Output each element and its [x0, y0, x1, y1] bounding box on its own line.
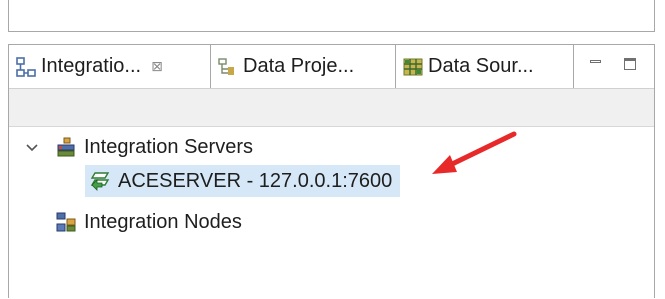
integration-explorer-view: Integratio... ⊠ Data Proje... Data Sour.…	[8, 44, 655, 298]
view-toolbar	[9, 89, 654, 127]
tab-label: Integratio...	[41, 55, 142, 77]
integration-nodes-icon	[55, 211, 77, 233]
upper-panel	[8, 0, 655, 32]
tree-item-label: Integration Servers	[84, 135, 253, 158]
tree-item-integration-servers[interactable]: Integration Servers	[55, 131, 253, 163]
integration-server-icon	[89, 170, 111, 192]
minimize-button[interactable]	[587, 55, 605, 73]
maximize-button[interactable]	[621, 55, 639, 73]
integration-servers-icon	[55, 136, 77, 158]
tab-integration-explorer[interactable]: Integratio... ⊠	[9, 45, 211, 88]
tree-item-label: ACESERVER - 127.0.0.1:7600	[118, 169, 393, 192]
tree-item-integration-nodes[interactable]: Integration Nodes	[55, 206, 242, 238]
tab-label: Data Proje...	[243, 55, 355, 77]
tab-data-project[interactable]: Data Proje...	[211, 45, 396, 88]
tree-item-aceserver[interactable]: ACESERVER - 127.0.0.1:7600	[85, 165, 401, 197]
data-project-icon	[217, 56, 239, 78]
tab-label: Data Sour...	[428, 55, 534, 77]
view-tab-bar: Integratio... ⊠ Data Proje... Data Sour.…	[9, 45, 654, 89]
data-source-icon	[402, 56, 424, 78]
close-icon[interactable]: ⊠	[151, 58, 163, 75]
integration-explorer-icon	[15, 56, 37, 78]
integration-tree: Integration Servers ACESERVER - 127.0.0.…	[9, 127, 654, 299]
tree-item-label: Integration Nodes	[84, 210, 242, 233]
tab-data-source[interactable]: Data Sour...	[396, 45, 574, 88]
expand-chevron-icon[interactable]	[25, 141, 39, 155]
